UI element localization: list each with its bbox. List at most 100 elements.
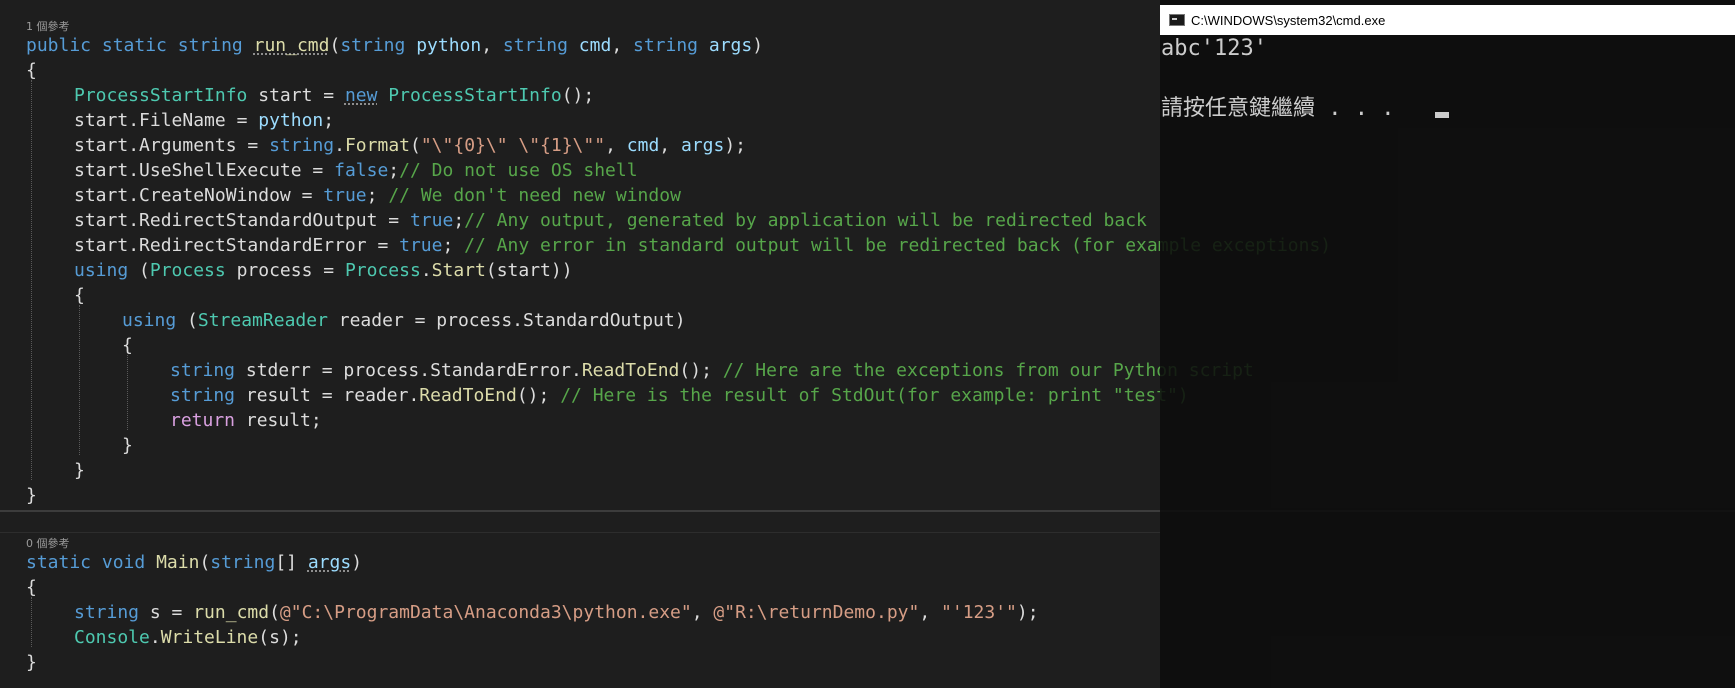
method-name[interactable]: run_cmd [254, 35, 330, 56]
codelens-references[interactable]: 0 個參考 [26, 535, 70, 551]
punct: , [481, 35, 503, 56]
keyword: public [26, 35, 92, 56]
code-line[interactable]: } [26, 650, 37, 675]
keyword: true [399, 235, 443, 256]
code-text: = [366, 235, 400, 256]
cmd-window[interactable]: C:\WINDOWS\system32\cmd.exe abc'123' 請按任… [1160, 0, 1735, 688]
code-line[interactable]: string result = reader.ReadToEnd(); // H… [170, 383, 1189, 408]
code-line[interactable]: using (Process process = Process.Start(s… [74, 258, 573, 283]
code-line[interactable]: start.RedirectStandardOutput = true;// A… [74, 208, 1147, 233]
variable: result [245, 410, 311, 431]
parameter: args [307, 552, 352, 573]
brace: } [74, 460, 85, 481]
code-line[interactable]: } [26, 483, 37, 508]
code-line[interactable]: } [122, 433, 133, 458]
punct: ) [674, 310, 686, 331]
variable: s [269, 627, 280, 648]
type-name: StreamReader [197, 310, 328, 331]
punct: ) [752, 35, 764, 56]
method-name: ReadToEnd [581, 360, 680, 381]
punct: . [419, 360, 431, 381]
code-line[interactable]: ProcessStartInfo start = new ProcessStar… [74, 83, 594, 108]
keyword: string [210, 552, 276, 573]
code-line[interactable]: start.FileName = python; [74, 108, 334, 133]
code-line[interactable]: string s = run_cmd(@"C:\ProgramData\Anac… [74, 600, 1039, 625]
punct: . [128, 135, 140, 156]
punct: ; [323, 110, 335, 131]
window-title: C:\WINDOWS\system32\cmd.exe [1191, 12, 1386, 28]
code-text: start = [247, 85, 345, 106]
indent-guide [79, 305, 80, 455]
code-line[interactable]: using (StreamReader reader = process.Sta… [122, 308, 686, 333]
keyword: void [101, 552, 146, 573]
type-name: ProcessStartInfo [74, 85, 248, 106]
brace: } [26, 652, 37, 673]
punct: . [128, 185, 140, 206]
punct: . [149, 627, 161, 648]
console-cursor [1435, 112, 1449, 118]
keyword: string [502, 35, 568, 56]
property: UseShellExecute [139, 160, 302, 181]
keyword: string [170, 385, 236, 406]
punct: ; [310, 410, 322, 431]
punct: ; [366, 185, 389, 206]
comment: // Here is the result of StdOut(for exam… [560, 385, 1189, 406]
punct: ; [388, 160, 400, 181]
keyword: static [101, 35, 167, 56]
punct: . [128, 235, 140, 256]
variable: start [74, 135, 129, 156]
keyword: string [633, 35, 699, 56]
punct: ( [199, 552, 211, 573]
code-line[interactable]: start.CreateNoWindow = true; // We don't… [74, 183, 681, 208]
method-name: Start [431, 260, 486, 281]
punct: ) [351, 552, 363, 573]
variable: start [74, 210, 129, 231]
punct: ; [442, 235, 465, 256]
code-line[interactable]: start.Arguments = string.Format("\"{0}\"… [74, 133, 746, 158]
code-text: process = [225, 260, 345, 281]
method-separator-shadow [0, 532, 1160, 533]
punct: , [691, 602, 714, 623]
punct: . [571, 360, 582, 381]
code-text: reader = [327, 310, 437, 331]
cmd-titlebar[interactable]: C:\WINDOWS\system32\cmd.exe [1160, 5, 1735, 35]
punct: (); [516, 385, 561, 406]
method-name: ReadToEnd [419, 385, 517, 406]
brace: { [122, 335, 133, 356]
indent-guide [31, 80, 32, 480]
code-line[interactable]: public static string run_cmd(string pyth… [26, 33, 763, 58]
keyword: return [170, 410, 236, 431]
punct: ( [485, 260, 497, 281]
punct: ); [724, 135, 747, 156]
keyword: true [409, 210, 454, 231]
code-line[interactable]: return result; [170, 408, 322, 433]
punct: . [128, 110, 140, 131]
punct: . [334, 135, 345, 156]
code-text: (); [561, 85, 595, 106]
indent-guide [31, 597, 32, 647]
code-text: = [225, 110, 259, 131]
punct: . [128, 160, 140, 181]
code-line[interactable]: Console.WriteLine(s); [74, 625, 302, 650]
code-line[interactable]: start.RedirectStandardError = true; // A… [74, 233, 1331, 258]
keyword: new [344, 85, 378, 106]
code-line[interactable]: } [74, 458, 85, 483]
codelens-references[interactable]: 1 個參考 [26, 18, 70, 34]
punct: , [659, 135, 681, 156]
parameter: cmd [578, 35, 612, 56]
indent-guide [127, 355, 128, 430]
property: Arguments [139, 135, 237, 156]
code-line[interactable]: static void Main(string[] args) [26, 550, 362, 575]
punct: , [611, 35, 633, 56]
keyword: string [340, 35, 406, 56]
punct: ); [1016, 602, 1039, 623]
string-literal: "\"{0}\" \"{1}\"" [420, 135, 606, 156]
property: RedirectStandardOutput [139, 210, 378, 231]
punct: , [605, 135, 627, 156]
code-line[interactable]: string stderr = process.StandardError.Re… [170, 358, 1254, 383]
punct: ; [453, 210, 465, 231]
keyword: string [269, 135, 335, 156]
keyword: string [170, 360, 236, 381]
code-line[interactable]: start.UseShellExecute = false;// Do not … [74, 158, 638, 183]
